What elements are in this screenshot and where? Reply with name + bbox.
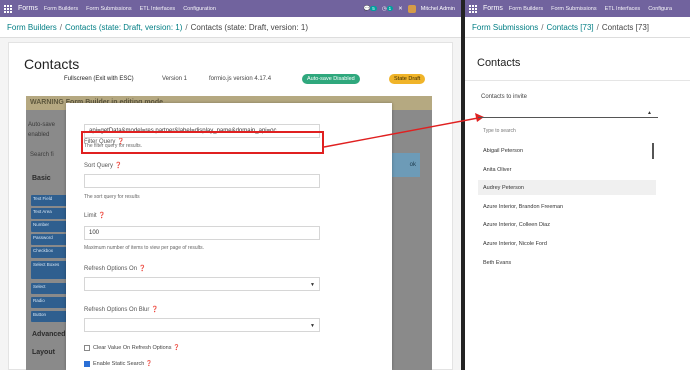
- list-item[interactable]: Audrey Peterson: [478, 180, 656, 195]
- contacts-select[interactable]: [478, 106, 658, 118]
- contacts-field-label: Contacts to invite: [481, 94, 528, 100]
- list-item[interactable]: Azure Interior, Colleen Diaz: [478, 217, 656, 232]
- list-item[interactable]: Abigail Peterson: [478, 143, 656, 158]
- list-item[interactable]: Beth Evans: [478, 255, 656, 270]
- list-item[interactable]: Azure Interior, Brandon Freeman: [478, 199, 656, 214]
- record-title: Contacts: [477, 57, 521, 69]
- divider: [465, 80, 690, 81]
- chevron-up-icon[interactable]: ▲: [647, 110, 652, 116]
- list-item[interactable]: Anita Oliver: [478, 162, 656, 177]
- list-item[interactable]: Azure Interior, Nicole Ford: [478, 236, 656, 251]
- search-input[interactable]: Type to search: [483, 128, 516, 134]
